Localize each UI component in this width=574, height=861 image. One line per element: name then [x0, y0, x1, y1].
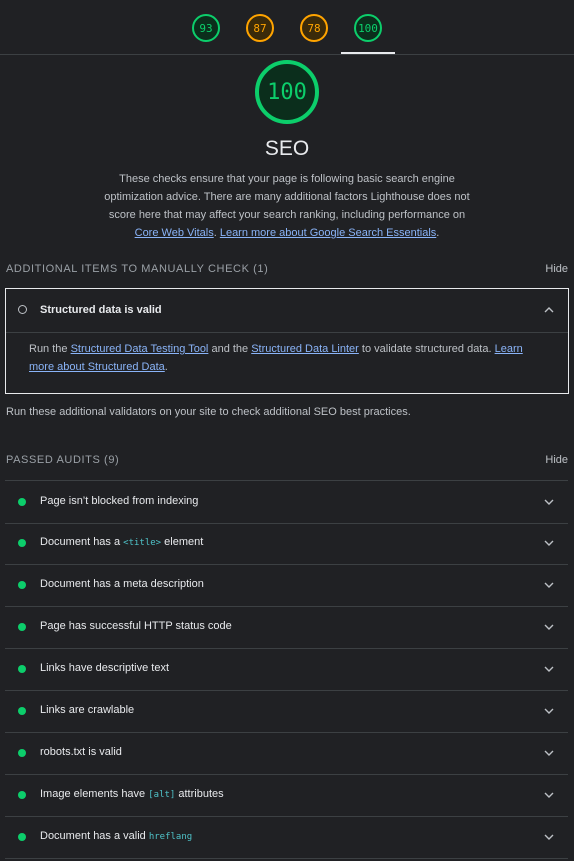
audit-title-text: Document has a	[40, 536, 124, 548]
pass-dot-icon	[18, 665, 26, 673]
chevron-down-icon	[544, 834, 554, 840]
audit-title-text: Links are crawlable	[40, 704, 135, 716]
category-score-gauge: 100	[255, 60, 319, 124]
chevron-down-icon	[544, 582, 554, 588]
manual-audit-description: Run the Structured Data Testing Tool and…	[29, 340, 549, 376]
structured-data-testing-tool-link[interactable]: Structured Data Testing Tool	[71, 343, 209, 355]
category-title: SEO	[264, 137, 310, 160]
manual-hide-button[interactable]: Hide	[545, 263, 568, 275]
audit-title-text: attributes	[175, 788, 224, 800]
score-tab-seo[interactable]: 100	[354, 14, 382, 42]
pass-dot-icon	[18, 581, 26, 589]
manual-body-text: to validate structured data.	[361, 343, 492, 355]
manual-audit-header[interactable]: Structured data is valid	[6, 289, 568, 333]
audit-title-text: Links have descriptive text	[40, 662, 170, 674]
passed-audit-title: Links have descriptive text	[40, 662, 169, 674]
passed-audit-row[interactable]: Links are crawlable	[5, 690, 568, 733]
score-tab-best-practices[interactable]: 78	[300, 14, 328, 42]
chevron-down-icon	[544, 792, 554, 798]
passed-hide-button[interactable]: Hide	[545, 454, 568, 466]
pass-dot-icon	[18, 707, 26, 715]
manual-group-note: Run these additional validators on your …	[6, 406, 411, 418]
passed-audit-row[interactable]: Page isn’t blocked from indexing	[5, 480, 568, 524]
manual-body-text: Run the	[29, 343, 68, 355]
chevron-down-icon	[544, 540, 554, 546]
audit-title-text: Document has a valid	[40, 830, 149, 842]
passed-audit-row[interactable]: Document has a meta description	[5, 564, 568, 607]
category-score-value: 100	[267, 79, 307, 105]
audit-title-text: robots.txt is valid	[40, 746, 122, 758]
score-tab-value: 100	[358, 21, 378, 35]
manual-body-text: and the	[211, 343, 249, 355]
passed-audit-title: Links are crawlable	[40, 704, 134, 716]
audit-title-text: Image elements have	[40, 788, 149, 800]
score-tab-accessibility[interactable]: 87	[246, 14, 274, 42]
chevron-down-icon	[544, 499, 554, 505]
passed-audit-title: Document has a <title> element	[40, 536, 203, 548]
chevron-up-icon	[544, 307, 554, 313]
description-separator: .	[213, 227, 217, 239]
pass-dot-icon	[18, 498, 26, 506]
passed-audit-row[interactable]: robots.txt is valid	[5, 732, 568, 775]
audit-title-code: <title>	[123, 538, 162, 548]
score-tab-performance[interactable]: 93	[192, 14, 220, 42]
passed-audit-title: Page has successful HTTP status code	[40, 620, 232, 632]
description-end: .	[436, 227, 440, 239]
passed-group-title: Passed audits (9)	[6, 454, 120, 466]
core-web-vitals-link[interactable]: Core Web Vitals	[135, 227, 214, 239]
audit-title-code: [alt]	[148, 790, 176, 800]
pass-dot-icon	[18, 791, 26, 799]
manual-audit-structured-data: Structured data is valid Run the Structu…	[5, 288, 569, 394]
chevron-down-icon	[544, 750, 554, 756]
passed-audit-title: Page isn’t blocked from indexing	[40, 495, 198, 507]
passed-audit-row[interactable]: Document has a <title> element	[5, 522, 568, 565]
active-tab-indicator	[341, 52, 395, 54]
passed-audit-row[interactable]: Image elements have [alt] attributes	[5, 774, 568, 817]
chevron-down-icon	[544, 624, 554, 630]
pass-dot-icon	[18, 833, 26, 841]
chevron-down-icon	[544, 666, 554, 672]
pass-dot-icon	[18, 623, 26, 631]
pass-dot-icon	[18, 539, 26, 547]
passed-audit-title: Image elements have [alt] attributes	[40, 788, 224, 800]
audit-title-text: Page isn’t blocked from indexing	[40, 495, 199, 507]
category-description-text: These checks ensure that your page is fo…	[104, 173, 470, 221]
passed-audit-row[interactable]: Page has successful HTTP status code	[5, 606, 568, 649]
passed-audit-title: Document has a meta description	[40, 578, 204, 590]
score-tabs-bar: 93 87 78 100	[0, 0, 574, 55]
search-essentials-link[interactable]: Learn more about Google Search Essential…	[220, 227, 436, 239]
manual-audit-title: Structured data is valid	[40, 304, 162, 316]
passed-audit-row[interactable]: Links have descriptive text	[5, 648, 568, 691]
audit-title-text: Document has a meta description	[40, 578, 204, 590]
audit-title-text: Page has successful HTTP status code	[40, 620, 232, 632]
score-tab-value: 93	[199, 21, 213, 35]
audit-title-text: element	[161, 536, 204, 548]
audit-title-code: hreflang	[148, 832, 193, 842]
pass-dot-icon	[18, 749, 26, 757]
manual-body-end: .	[164, 361, 168, 373]
passed-audit-title: robots.txt is valid	[40, 746, 122, 758]
passed-audit-title: Document has a valid hreflang	[40, 830, 192, 842]
passed-audit-row[interactable]: Document has a valid hreflang	[5, 816, 568, 859]
manual-group-title: Additional items to manually check (1)	[6, 263, 269, 275]
structured-data-linter-link[interactable]: Structured Data Linter	[251, 343, 359, 355]
circle-outline-icon	[18, 305, 27, 314]
chevron-down-icon	[544, 708, 554, 714]
category-description: These checks ensure that your page is fo…	[100, 170, 474, 242]
score-tab-value: 78	[307, 21, 321, 35]
score-tab-value: 87	[253, 21, 267, 35]
